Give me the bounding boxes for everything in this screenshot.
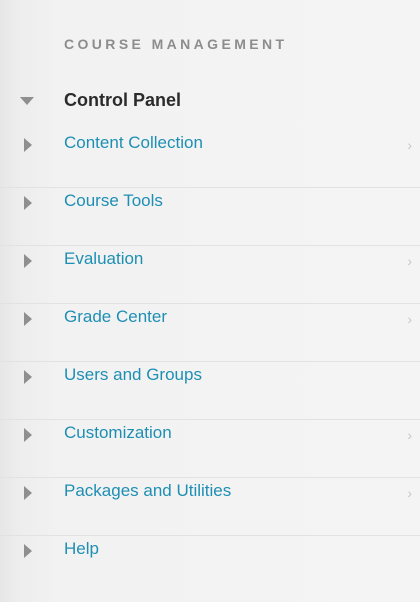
course-management-panel: COURSE MANAGEMENT Control Panel Content … [0, 0, 420, 602]
menu-item-evaluation[interactable]: Evaluation › [0, 246, 420, 304]
chevron-right-icon: › [407, 137, 412, 153]
menu-item-label[interactable]: Evaluation [64, 249, 143, 269]
chevron-right-icon: › [407, 311, 412, 327]
menu-item-label[interactable]: Grade Center [64, 307, 167, 327]
expand-triangle-right-icon[interactable] [24, 544, 32, 558]
expand-triangle-right-icon[interactable] [24, 428, 32, 442]
chevron-right-icon: › [407, 485, 412, 501]
menu-item-customization[interactable]: Customization › [0, 420, 420, 478]
control-panel-menu: Content Collection › Course Tools Evalua… [0, 130, 420, 594]
menu-item-users-and-groups[interactable]: Users and Groups [0, 362, 420, 420]
expand-triangle-right-icon[interactable] [24, 370, 32, 384]
menu-item-label[interactable]: Help [64, 539, 99, 559]
section-title: COURSE MANAGEMENT [64, 36, 288, 52]
menu-item-label[interactable]: Customization [64, 423, 172, 443]
menu-item-label[interactable]: Content Collection [64, 133, 203, 153]
menu-item-course-tools[interactable]: Course Tools [0, 188, 420, 246]
menu-item-grade-center[interactable]: Grade Center › [0, 304, 420, 362]
expand-triangle-right-icon[interactable] [24, 312, 32, 326]
expand-triangle-right-icon[interactable] [24, 486, 32, 500]
expand-triangle-right-icon[interactable] [24, 254, 32, 268]
menu-item-label[interactable]: Users and Groups [64, 365, 202, 385]
chevron-right-icon: › [407, 253, 412, 269]
menu-item-content-collection[interactable]: Content Collection › [0, 130, 420, 188]
control-panel-title[interactable]: Control Panel [64, 90, 181, 111]
menu-item-label[interactable]: Packages and Utilities [64, 481, 231, 501]
menu-item-label[interactable]: Course Tools [64, 191, 163, 211]
menu-item-packages-and-utilities[interactable]: Packages and Utilities › [0, 478, 420, 536]
collapse-triangle-down-icon[interactable] [20, 97, 34, 105]
expand-triangle-right-icon[interactable] [24, 196, 32, 210]
control-panel-header[interactable]: Control Panel [0, 82, 420, 122]
chevron-right-icon: › [407, 427, 412, 443]
menu-item-help[interactable]: Help [0, 536, 420, 594]
expand-triangle-right-icon[interactable] [24, 138, 32, 152]
